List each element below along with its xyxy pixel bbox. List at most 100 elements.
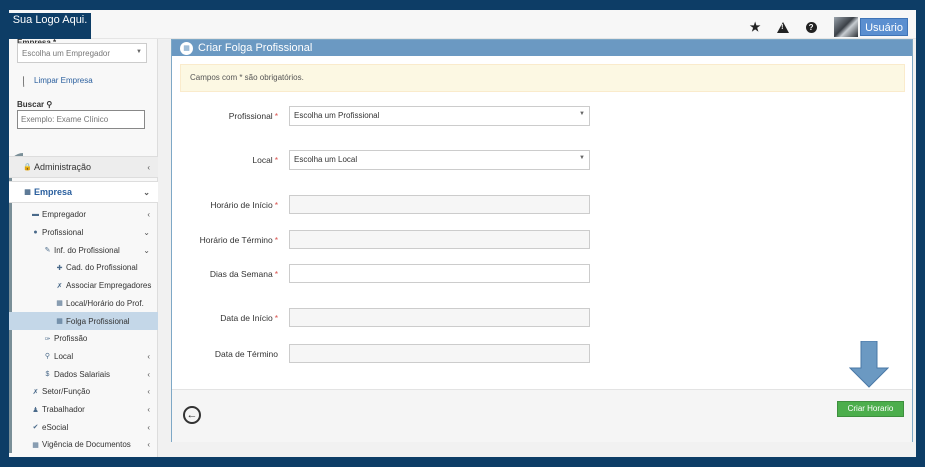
clear-company-link[interactable]: ╱ Limpar Empresa xyxy=(19,76,93,87)
dias-da-semana-label: Dias da Semana * xyxy=(209,269,278,279)
calendar-icon: ▦ xyxy=(180,41,193,55)
local-label: Local * xyxy=(252,155,278,165)
horario-de-inicio-input[interactable] xyxy=(289,195,590,214)
chevron-left-icon: ‹ xyxy=(147,422,150,432)
sidebar-item-label: Administração xyxy=(34,162,92,172)
chevron-left-icon: ‹ xyxy=(147,387,150,397)
sidebar-item-label: Setor/Função xyxy=(42,387,91,397)
sidebar-item-empresa[interactable]: ▦ Empresa ⌄ xyxy=(9,181,158,203)
horario-de-termino-input[interactable] xyxy=(289,230,590,249)
check-icon: ✔ xyxy=(32,424,39,432)
panel-footer: ← Criar Horario xyxy=(172,389,912,442)
search-input[interactable] xyxy=(17,110,145,129)
sidebar-item-administracao[interactable]: 🔒 Administração ‹ xyxy=(9,156,158,178)
sidebar-item-label: Profissão xyxy=(54,334,88,344)
user-icon: ● xyxy=(33,229,38,237)
sidebar-item-local-horario-do-prof[interactable]: ▦ Local/Horário do Prof. xyxy=(9,295,158,313)
top-icons: ★ ! ? Usuário xyxy=(736,17,908,37)
local-select-value: Escolha um Local xyxy=(294,155,358,164)
chevron-down-icon: ⌄ xyxy=(143,187,150,197)
profissional-select[interactable]: Escolha um Profissional ▼ xyxy=(289,106,590,126)
chevron-down-icon: ⌄ xyxy=(143,245,150,255)
building-icon: ▦ xyxy=(24,189,31,196)
warning-icon[interactable]: ! xyxy=(774,18,792,36)
sidebar-item-label: Trabalhador xyxy=(42,405,85,415)
sidebar-item-esocial[interactable]: ✔ eSocial ‹ xyxy=(9,418,158,436)
chevron-left-icon: ‹ xyxy=(147,351,150,361)
sidebar: Empresa * Escolha um Empregador ▼ ╱Limpa… xyxy=(9,38,158,457)
sidebar-item-profissao[interactable]: ✑ Profissão xyxy=(9,330,158,348)
help-icon[interactable]: ? xyxy=(802,18,820,36)
sidebar-item-setor-funcao[interactable]: ✗ Setor/Função ‹ xyxy=(9,383,158,401)
broom-icon: ╱ xyxy=(19,76,29,87)
sidebar-item-label: Dados Salariais xyxy=(54,369,111,379)
required-notice: Campos com * são obrigatórios. xyxy=(180,64,905,92)
app-frame: Sua Logo Aqui. ★ ! ? Usuário Empresa * E… xyxy=(9,10,916,457)
sidebar-item-local[interactable]: ⚲ Local ‹ xyxy=(9,348,158,366)
data-de-termino-label: Data de Término xyxy=(214,349,278,359)
annotation-arrow-icon xyxy=(849,341,889,388)
sidebar-item-dados-salariais[interactable]: $ Dados Salariais ‹ xyxy=(9,365,158,383)
star-icon[interactable]: ★ xyxy=(746,18,764,36)
sidebar-item-label: Associar Empregadores xyxy=(66,281,152,291)
logo[interactable]: Sua Logo Aqui. xyxy=(9,13,91,39)
calendar-icon: ▦ xyxy=(32,441,39,449)
required-marker: * xyxy=(274,111,278,121)
required-marker: * xyxy=(274,155,278,165)
avatar[interactable] xyxy=(834,17,859,37)
chevron-left-icon: ‹ xyxy=(147,162,150,172)
chevron-down-icon: ⌄ xyxy=(143,228,150,238)
sidebar-item-associar-empregadores[interactable]: ✗ Associar Empregadores xyxy=(9,277,158,295)
sidebar-item-empregador[interactable]: ▬ Empregador ‹ xyxy=(9,206,158,224)
local-select[interactable]: Escolha um Local ▼ xyxy=(289,150,590,170)
panel-header: ▦ Criar Folga Profissional xyxy=(172,40,912,56)
sidebar-item-label: Inf. do Profissional xyxy=(54,245,120,255)
sidebar-item-label: Cad. do Profissional xyxy=(66,263,138,273)
wrench-icon: ✑ xyxy=(44,335,51,343)
tools-icon: ✗ xyxy=(56,282,63,290)
sidebar-item-label: Empregador xyxy=(42,210,87,220)
sidebar-item-prestador-de-servico[interactable]: ⛟Prestador de Serviço‹ xyxy=(9,454,158,457)
person-icon: ♟ xyxy=(32,406,39,414)
profissional-label: Profissional * xyxy=(228,111,278,121)
lock-icon: 🔒 xyxy=(23,164,32,171)
required-marker: * xyxy=(274,269,278,279)
sidebar-item-inf-do-profissional[interactable]: ✎ Inf. do Profissional ⌄ xyxy=(9,241,158,259)
create-leave-panel: ▦ Criar Folga Profissional Campos com * … xyxy=(171,39,913,442)
sidebar-item-folga-profissional[interactable]: ▦ Folga Profissional xyxy=(9,312,158,330)
chevron-left-icon: ‹ xyxy=(147,405,150,415)
back-arrow-icon[interactable]: ← xyxy=(183,406,201,424)
top-bar: Sua Logo Aqui. ★ ! ? Usuário xyxy=(9,10,916,39)
chevron-left-icon: ‹ xyxy=(147,210,150,220)
calendar-icon: ▦ xyxy=(56,300,63,308)
sidebar-item-cad-do-profissional[interactable]: ✚ Cad. do Profissional xyxy=(9,259,158,277)
dias-da-semana-input[interactable] xyxy=(289,264,590,283)
data-de-inicio-input[interactable] xyxy=(289,308,590,327)
data-de-inicio-label: Data de Início * xyxy=(220,313,278,323)
required-marker: * xyxy=(274,313,278,323)
sidebar-item-trabalhador[interactable]: ♟ Trabalhador ‹ xyxy=(9,401,158,419)
search-icon: ⚲ xyxy=(46,100,53,109)
sidebar-item-label: Local xyxy=(54,351,74,361)
horario-de-termino-label: Horário de Término * xyxy=(199,235,278,245)
chevron-left-icon: ‹ xyxy=(147,369,150,379)
calendar-icon: ▦ xyxy=(56,318,63,326)
create-schedule-button[interactable]: Criar Horario xyxy=(837,401,904,417)
required-marker: * xyxy=(274,200,278,210)
tools-icon: ✗ xyxy=(32,388,39,396)
sidebar-item-label: Profissional xyxy=(42,228,84,238)
user-menu-button[interactable]: Usuário xyxy=(860,18,908,36)
clear-company-label: Limpar Empresa xyxy=(34,76,93,85)
sidebar-item-profissional[interactable]: ● Profissional ⌄ xyxy=(9,224,158,242)
sidebar-item-label: Local/Horário do Prof. xyxy=(66,298,144,308)
sidebar-item-vigencia-de-documentos[interactable]: ▦ Vigência de Documentos ‹ xyxy=(9,436,158,454)
pencil-icon: ✎ xyxy=(44,247,51,255)
chevron-left-icon: ‹ xyxy=(147,440,150,450)
profissional-select-value: Escolha um Profissional xyxy=(294,111,380,120)
employer-select-value: Escolha um Empregador xyxy=(22,49,111,58)
data-de-termino-input[interactable] xyxy=(289,344,590,363)
panel-title: Criar Folga Profissional xyxy=(198,42,313,54)
employer-select[interactable]: Escolha um Empregador ▼ xyxy=(17,43,147,63)
search-label: Buscar ⚲ xyxy=(17,100,53,109)
sidebar-item-label: Folga Profissional xyxy=(66,316,130,326)
